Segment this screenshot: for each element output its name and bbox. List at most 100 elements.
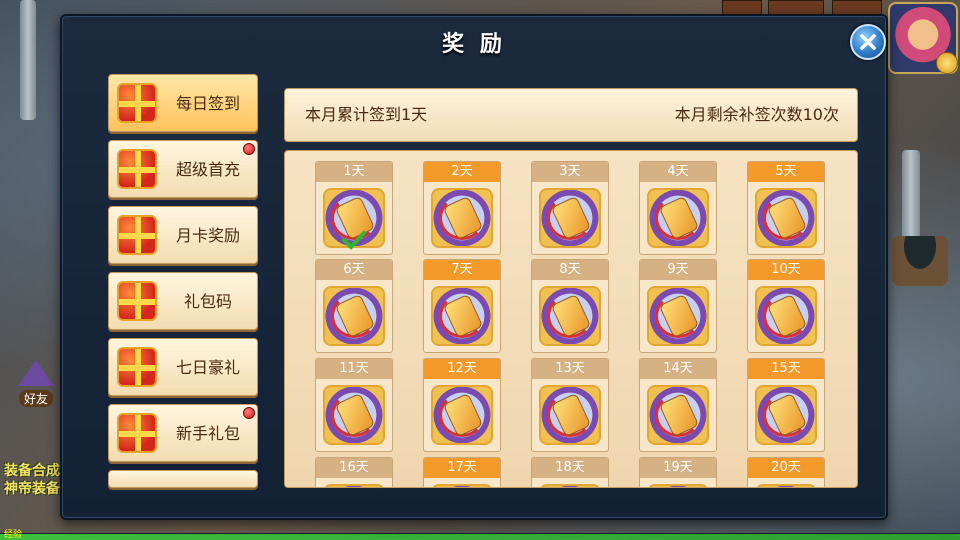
wizard-hat-icon: [18, 360, 54, 386]
day-reward-card[interactable]: 19天: [639, 457, 717, 487]
day-label: 13天: [532, 359, 608, 379]
notification-dot-icon: [243, 143, 255, 155]
day-label: 1天: [316, 162, 392, 182]
gift-box-icon: [117, 215, 157, 255]
player-avatar[interactable]: [888, 2, 958, 74]
day-label: 11天: [316, 359, 392, 379]
day-label: 14天: [640, 359, 716, 379]
day-reward-card[interactable]: 5天: [747, 161, 825, 255]
day-reward-card[interactable]: 8天: [531, 259, 609, 353]
menu-item-label: 新手礼包: [175, 424, 240, 443]
exp-bar: [0, 533, 960, 540]
coin-icon: [936, 52, 958, 74]
day-label: 18天: [532, 458, 608, 478]
sign-in-calendar-grid: 1天 2天 3天 4天 5天 6天 7天 8天 9天 10天 11天 12天 13天 14天 15天 16天 1…: [284, 150, 858, 488]
gift-box-icon: [117, 149, 157, 189]
menu-item[interactable]: [108, 470, 258, 488]
day-label: 15天: [748, 359, 824, 379]
scroll-reward-icon: [539, 188, 601, 248]
stone-pillar: [20, 0, 36, 120]
dialog-title: 奖 励: [442, 32, 506, 57]
day-reward-card[interactable]: 20天: [747, 457, 825, 487]
day-reward-card[interactable]: 1天: [315, 161, 393, 255]
barrel-prop: [892, 236, 948, 286]
scroll-reward-icon: [647, 286, 709, 346]
scroll-reward-icon: [431, 188, 493, 248]
remaining-makeup-text: 本月剩余补签次数10次: [674, 105, 839, 124]
day-reward-card[interactable]: 11天: [315, 358, 393, 452]
day-label: 9天: [640, 260, 716, 280]
day-label: 10天: [748, 260, 824, 280]
reward-dialog: 奖 励 每日签到超级首充月卡奖励礼包码七日豪礼新手礼包 本月累计签到1天 本月剩…: [60, 14, 888, 520]
cumulative-sign-in-text: 本月累计签到1天: [305, 105, 428, 124]
day-reward-card[interactable]: 14天: [639, 358, 717, 452]
day-reward-card[interactable]: 12天: [423, 358, 501, 452]
day-label: 7天: [424, 260, 500, 280]
gift-box-icon: [117, 83, 157, 123]
exp-label: 经验: [4, 530, 23, 540]
day-label: 8天: [532, 260, 608, 280]
scroll-reward-icon: [539, 385, 601, 445]
friend-button[interactable]: 好友: [10, 360, 62, 407]
day-reward-card[interactable]: 4天: [639, 161, 717, 255]
scroll-reward-icon: [647, 484, 709, 487]
menu-item[interactable]: 礼包码: [108, 272, 258, 330]
menu-item[interactable]: 七日豪礼: [108, 338, 258, 396]
close-x-icon: [860, 34, 876, 50]
day-label: 6天: [316, 260, 392, 280]
scroll-reward-icon: [323, 286, 385, 346]
day-reward-card[interactable]: 13天: [531, 358, 609, 452]
scroll-reward-icon: [755, 188, 817, 248]
scroll-reward-icon: [755, 286, 817, 346]
gift-box-icon: [117, 413, 157, 453]
day-reward-card[interactable]: 10天: [747, 259, 825, 353]
scroll-reward-icon: [539, 484, 601, 487]
gift-box-icon: [117, 347, 157, 387]
day-label: 17天: [424, 458, 500, 478]
scroll-reward-icon: [755, 484, 817, 487]
gift-box-icon: [117, 281, 157, 321]
day-label: 19天: [640, 458, 716, 478]
day-reward-card[interactable]: 9天: [639, 259, 717, 353]
scroll-reward-icon: [431, 484, 493, 487]
scroll-reward-icon: [647, 385, 709, 445]
sign-in-info-bar: 本月累计签到1天 本月剩余补签次数10次: [284, 88, 858, 142]
day-label: 20天: [748, 458, 824, 478]
side-text-equipment-synthesis[interactable]: 装备合成: [4, 460, 60, 480]
close-button[interactable]: [850, 24, 886, 60]
menu-item[interactable]: 每日签到: [108, 74, 258, 132]
menu-item[interactable]: 新手礼包: [108, 404, 258, 462]
menu-item[interactable]: 超级首充: [108, 140, 258, 198]
scroll-reward-icon: [431, 385, 493, 445]
menu-item-label: 七日豪礼: [175, 358, 240, 377]
day-reward-card[interactable]: 17天: [423, 457, 501, 487]
menu-item-label: 超级首充: [175, 160, 240, 179]
day-label: 2天: [424, 162, 500, 182]
scroll-reward-icon: [323, 484, 385, 487]
menu-item-label: 礼包码: [183, 292, 232, 311]
day-reward-card[interactable]: 2天: [423, 161, 501, 255]
menu-item[interactable]: 月卡奖励: [108, 206, 258, 264]
day-reward-card[interactable]: 16天: [315, 457, 393, 487]
menu-item-label: 每日签到: [175, 94, 240, 113]
scroll-reward-icon: [323, 385, 385, 445]
day-label: 16天: [316, 458, 392, 478]
day-label: 12天: [424, 359, 500, 379]
day-reward-card[interactable]: 18天: [531, 457, 609, 487]
scroll-reward-icon: [755, 385, 817, 445]
scroll-reward-icon: [431, 286, 493, 346]
day-label: 4天: [640, 162, 716, 182]
day-reward-card[interactable]: 15天: [747, 358, 825, 452]
day-label: 3天: [532, 162, 608, 182]
day-reward-card[interactable]: 3天: [531, 161, 609, 255]
day-label: 5天: [748, 162, 824, 182]
day-reward-card[interactable]: 7天: [423, 259, 501, 353]
day-reward-card[interactable]: 6天: [315, 259, 393, 353]
friend-label: 好友: [18, 390, 53, 407]
notification-dot-icon: [243, 407, 255, 419]
menu-item-label: 月卡奖励: [175, 226, 240, 245]
checkmark-icon: [342, 231, 366, 250]
scroll-reward-icon: [539, 286, 601, 346]
scroll-reward-icon: [647, 188, 709, 248]
side-text-divine-equipment[interactable]: 神帝装备: [4, 478, 60, 498]
